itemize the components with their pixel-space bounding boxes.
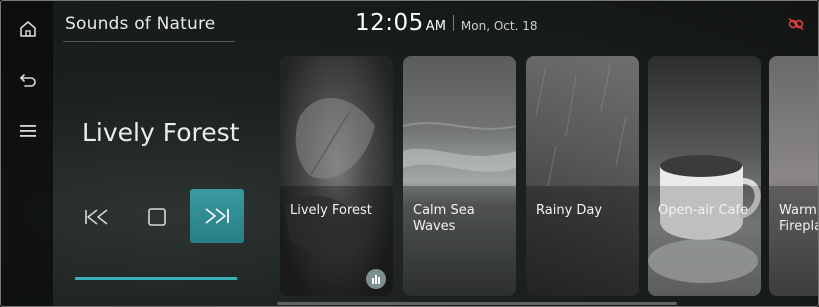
back-button[interactable] xyxy=(13,65,43,95)
app-frame: Sounds of Nature 12:05 AM Mon, Oct. 18 L… xyxy=(0,0,819,307)
back-arrow-icon xyxy=(20,74,36,87)
title-divider xyxy=(63,41,235,42)
skip-previous-icon xyxy=(85,209,108,225)
home-icon xyxy=(20,21,36,37)
playback-progress-fill xyxy=(75,277,238,280)
menu-button[interactable] xyxy=(13,116,43,146)
now-playing-title: Lively Forest xyxy=(82,118,240,147)
home-button[interactable] xyxy=(13,14,43,44)
skip-next-icon xyxy=(205,208,229,224)
card-label: Rainy Day xyxy=(536,203,603,218)
clock-time: 12:05 xyxy=(355,10,424,36)
sound-card[interactable]: Calm Sea Waves xyxy=(403,56,516,296)
sound-card-list: Lively Forest Calm Sea Waves Rainy Day O… xyxy=(280,56,819,296)
card-label: Open-air Cafe xyxy=(658,203,749,218)
equalizer-icon xyxy=(366,269,386,289)
sound-card[interactable]: Rainy Day xyxy=(526,56,639,296)
sound-card[interactable]: Open-air Cafe xyxy=(648,56,761,296)
sound-card[interactable]: Warm Firepla xyxy=(769,56,819,296)
sound-card[interactable]: Lively Forest xyxy=(280,56,393,296)
clock-ampm: AM xyxy=(425,19,446,34)
playback-progress[interactable] xyxy=(75,277,239,280)
clock: 12:05 AM Mon, Oct. 18 xyxy=(355,10,537,36)
stop-button[interactable] xyxy=(144,203,170,231)
card-label: Lively Forest xyxy=(290,203,372,218)
link-off-icon xyxy=(787,16,805,31)
app-title: Sounds of Nature xyxy=(65,14,216,34)
previous-button[interactable] xyxy=(81,203,113,231)
card-label: Warm Firepla xyxy=(779,203,819,234)
nav-rail xyxy=(1,1,53,306)
menu-icon xyxy=(20,125,36,137)
card-label: Calm Sea Waves xyxy=(413,203,475,234)
clock-separator xyxy=(452,15,454,31)
card-scrollbar[interactable] xyxy=(277,302,677,305)
next-button[interactable] xyxy=(190,189,244,243)
stop-icon xyxy=(148,208,166,226)
clock-date: Mon, Oct. 18 xyxy=(460,19,538,33)
